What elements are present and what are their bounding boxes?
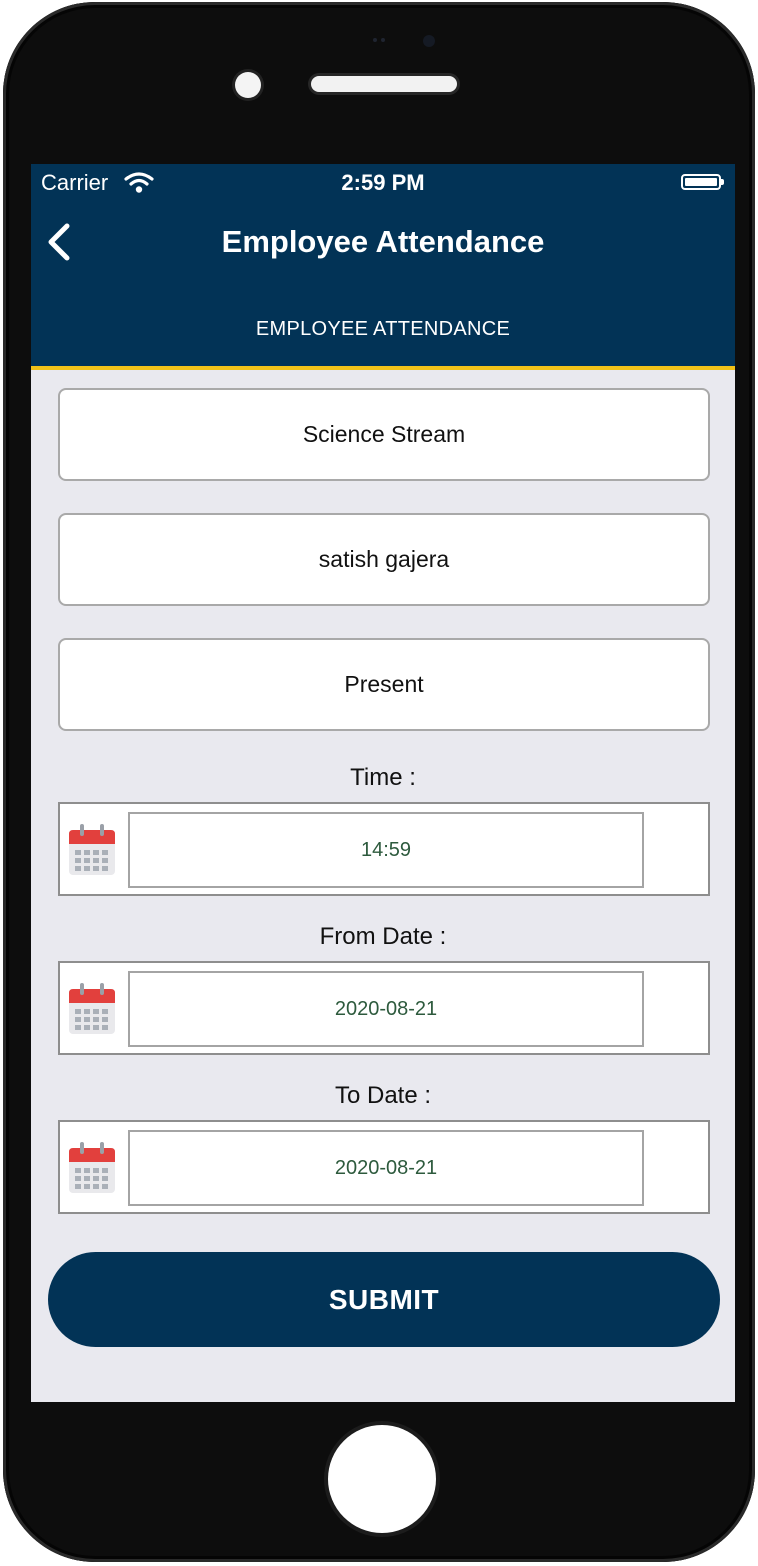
home-button[interactable]	[328, 1425, 436, 1533]
attendance-status-selector[interactable]: Present	[58, 638, 710, 731]
app-screen: Carrier 2:59 PM Employee Attendance EMPL…	[31, 164, 735, 1402]
page-title: Employee Attendance	[221, 224, 545, 259]
calendar-icon[interactable]	[68, 824, 116, 876]
section-header-label: EMPLOYEE ATTENDANCE	[255, 318, 511, 340]
front-camera	[423, 35, 435, 47]
calendar-icon[interactable]	[68, 983, 116, 1035]
from-date-input[interactable]: 2020-08-21	[128, 971, 644, 1047]
to-date-row: 2020-08-21	[58, 1120, 710, 1214]
time-row: 14:59	[58, 802, 710, 896]
status-bar: Carrier 2:59 PM	[31, 164, 735, 202]
submit-button[interactable]: SUBMIT	[48, 1252, 720, 1347]
time-label: Time :	[350, 764, 416, 791]
calendar-icon[interactable]	[68, 1142, 116, 1194]
proximity-sensor	[235, 72, 261, 98]
to-date-input[interactable]: 2020-08-21	[128, 1130, 644, 1206]
status-time: 2:59 PM	[341, 170, 425, 195]
from-date-label: From Date :	[319, 923, 447, 950]
battery-icon	[681, 174, 724, 190]
employee-selector[interactable]: satish gajera	[58, 513, 710, 606]
stream-selector[interactable]: Science Stream	[58, 388, 710, 481]
phone-frame: Carrier 2:59 PM Employee Attendance EMPL…	[3, 2, 755, 1562]
from-date-row: 2020-08-21	[58, 961, 710, 1055]
to-date-label: To Date :	[334, 1082, 432, 1109]
earpiece-speaker	[311, 76, 457, 92]
sensor-dots	[373, 36, 387, 44]
section-header: EMPLOYEE ATTENDANCE	[31, 286, 735, 370]
time-input[interactable]: 14:59	[128, 812, 644, 888]
nav-bar: Employee Attendance	[31, 202, 735, 286]
